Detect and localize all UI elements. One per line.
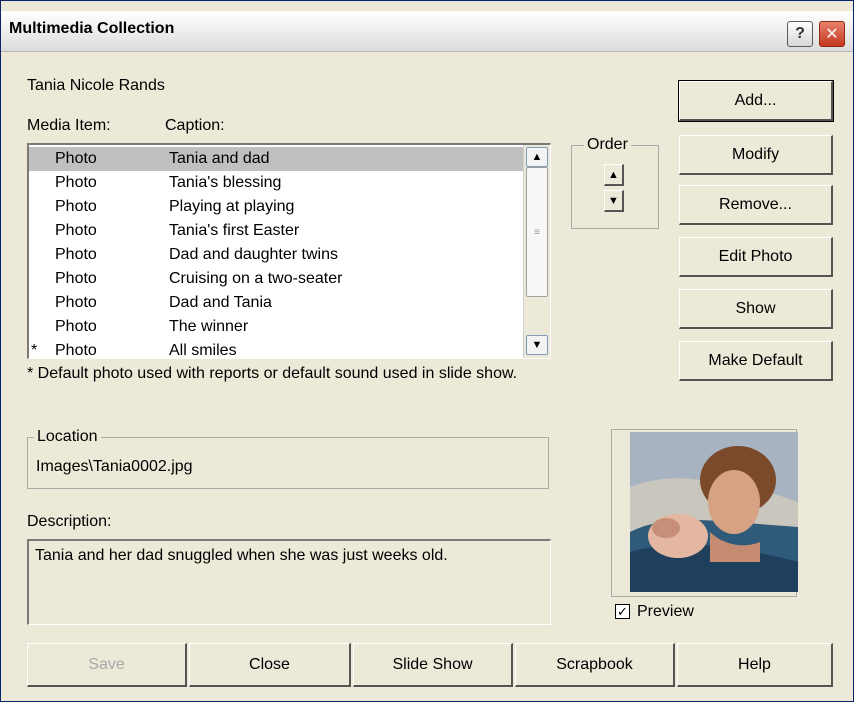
media-type: Photo	[55, 222, 97, 239]
media-caption: Dad and daughter twins	[169, 246, 338, 263]
preview-label: Preview	[637, 603, 694, 620]
person-name: Tania Nicole Rands	[27, 77, 165, 94]
remove-button[interactable]: Remove...	[679, 185, 833, 225]
media-caption: Playing at playing	[169, 198, 295, 215]
add-button[interactable]: Add...	[678, 80, 834, 122]
photo-preview-frame	[611, 429, 798, 597]
default-marker: *	[31, 342, 38, 359]
media-caption: Dad and Tania	[169, 294, 272, 311]
scrapbook-button[interactable]: Scrapbook	[515, 643, 675, 687]
preview-checkbox[interactable]: ✓	[615, 604, 630, 619]
list-item[interactable]: Photo Dad and Tania	[29, 291, 523, 315]
media-list-scrollbar[interactable]: ▲ ≡ ▼	[523, 145, 550, 358]
media-type: Photo	[55, 294, 97, 311]
media-type: Photo	[55, 342, 97, 359]
default-footnote: * Default photo used with reports or def…	[27, 365, 518, 382]
media-caption: Tania's first Easter	[169, 222, 300, 239]
media-type: Photo	[55, 318, 97, 335]
make-default-button[interactable]: Make Default	[679, 341, 833, 381]
location-group: Location Images\Tania0002.jpg	[27, 428, 549, 489]
description-value: Tania and her dad snuggled when she was …	[35, 547, 448, 564]
title-bar: Multimedia Collection ? ✕	[1, 11, 853, 52]
grip-icon: ≡	[534, 226, 540, 238]
title-close-button[interactable]: ✕	[819, 21, 845, 47]
media-type: Photo	[55, 246, 97, 263]
save-button[interactable]: Save	[27, 643, 187, 687]
title-help-button[interactable]: ?	[787, 21, 813, 47]
list-item[interactable]: Photo Tania's blessing	[29, 171, 523, 195]
move-up-button[interactable]: ▲	[604, 164, 624, 186]
media-type: Photo	[55, 270, 97, 287]
question-icon: ?	[795, 25, 805, 42]
window-title: Multimedia Collection	[9, 20, 175, 37]
description-field[interactable]: Tania and her dad snuggled when she was …	[27, 539, 551, 625]
arrow-up-icon: ▲	[608, 168, 619, 181]
media-item-header: Media Item:	[27, 117, 111, 134]
slide-show-button[interactable]: Slide Show	[353, 643, 513, 687]
list-item[interactable]: Photo The winner	[29, 315, 523, 339]
help-button[interactable]: Help	[677, 643, 833, 687]
edit-photo-button[interactable]: Edit Photo	[679, 237, 833, 277]
media-caption: Tania and dad	[169, 150, 270, 167]
close-icon: ✕	[825, 26, 839, 43]
order-label: Order	[584, 136, 631, 154]
list-item[interactable]: Photo Tania and dad	[29, 147, 523, 171]
media-caption: Tania's blessing	[169, 174, 282, 191]
media-caption: The winner	[169, 318, 249, 335]
modify-button[interactable]: Modify	[679, 135, 833, 175]
media-caption: Cruising on a two-seater	[169, 270, 343, 287]
arrow-down-icon: ▼	[608, 194, 619, 207]
media-list[interactable]: Photo Tania and dad Photo Tania's blessing P…	[27, 143, 551, 359]
location-value: Images\Tania0002.jpg	[36, 458, 193, 475]
checkmark-icon: ✓	[617, 604, 628, 619]
caption-header: Caption:	[165, 117, 225, 134]
list-item[interactable]: * Photo All smiles	[29, 339, 523, 359]
move-down-button[interactable]: ▼	[604, 190, 624, 212]
show-button[interactable]: Show	[679, 289, 833, 329]
photo-thumbnail	[630, 432, 798, 592]
list-item[interactable]: Photo Tania's first Easter	[29, 219, 523, 243]
list-item[interactable]: Photo Playing at playing	[29, 195, 523, 219]
media-type: Photo	[55, 174, 97, 191]
multimedia-collection-dialog: Multimedia Collection ? ✕ Tania Nicole R…	[0, 0, 854, 702]
media-caption: All smiles	[169, 342, 237, 359]
media-type: Photo	[55, 150, 97, 167]
chevron-down-icon[interactable]: ▼	[526, 335, 548, 355]
close-button[interactable]: Close	[189, 643, 351, 687]
list-item[interactable]: Photo Dad and daughter twins	[29, 243, 523, 267]
location-label: Location	[34, 428, 101, 446]
chevron-up-icon[interactable]: ▲	[526, 147, 548, 167]
media-type: Photo	[55, 198, 97, 215]
scrollbar-thumb[interactable]: ≡	[526, 167, 548, 297]
order-group: Order ▲ ▼	[571, 136, 659, 229]
description-label: Description:	[27, 513, 112, 530]
list-item[interactable]: Photo Cruising on a two-seater	[29, 267, 523, 291]
